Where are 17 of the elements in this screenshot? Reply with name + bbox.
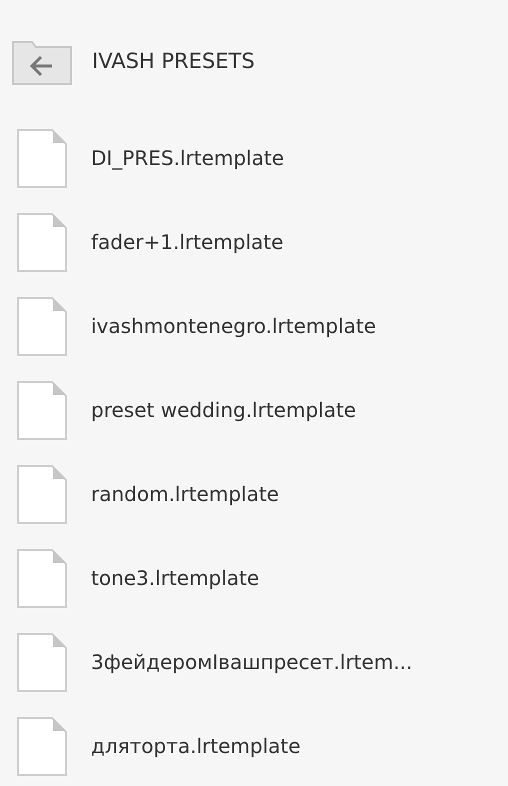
file-name[interactable]: tone3.lrtemplate	[91, 566, 260, 590]
file-icon[interactable]	[17, 212, 67, 272]
file-name[interactable]: DI_PRES.lrtemplate	[91, 146, 284, 170]
file-icon[interactable]	[17, 716, 67, 776]
file-icon[interactable]	[17, 632, 67, 692]
file-name[interactable]: preset wedding.lrtemplate	[91, 398, 356, 422]
file-name[interactable]: fader+1.lrtemplate	[91, 230, 284, 254]
file-icon[interactable]	[17, 128, 67, 188]
file-icon[interactable]	[17, 380, 67, 440]
file-icon[interactable]	[17, 464, 67, 524]
file-name[interactable]: дляторта.lrtemplate	[91, 734, 301, 758]
file-name[interactable]: 3фейдеромIвашпресет.lrtem...	[91, 650, 412, 674]
folder-title: IVASH PRESETS	[92, 49, 255, 73]
file-name[interactable]: random.lrtemplate	[91, 482, 279, 506]
file-name[interactable]: ivashmontenegro.lrtemplate	[91, 314, 376, 338]
file-icon[interactable]	[17, 548, 67, 608]
file-icon[interactable]	[17, 296, 67, 356]
